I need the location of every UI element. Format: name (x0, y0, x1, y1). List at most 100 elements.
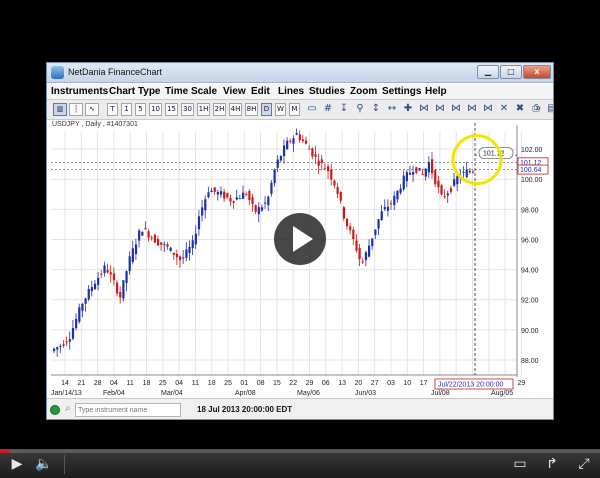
share-icon[interactable]: ↱ (540, 456, 564, 472)
candle-up (59, 346, 62, 348)
gann-icon[interactable]: ⋈ (481, 103, 495, 116)
timescale-d[interactable]: D (261, 103, 272, 116)
menu-edit[interactable]: Edit (251, 86, 270, 97)
candle-down (437, 180, 440, 188)
candle-up (81, 303, 84, 311)
fullscreen-icon[interactable]: ⤢ (572, 456, 596, 472)
candle-up (194, 233, 197, 245)
toolbar: ▥┆∿T151015301H2H4H8HDWM▭#↧⚲↕↔✚⋈⋈⋈⋈⋈✕✖⎙▤» (47, 100, 553, 120)
price-tick-label: 98.00 (521, 207, 539, 214)
date-tick-label: 18 (143, 380, 151, 387)
candle-up (216, 191, 219, 195)
date-tick-label: 27 (371, 380, 379, 387)
line-chart-icon[interactable]: ∿ (85, 103, 99, 116)
month-label: Jun/03 (355, 390, 376, 397)
candle-up (295, 133, 298, 135)
vertical-zoom-icon[interactable]: ↕ (369, 103, 383, 116)
candle-down (213, 187, 216, 192)
candle-up (56, 347, 59, 350)
horizontal-zoom-icon[interactable]: ↔ (385, 103, 399, 116)
timescale-w[interactable]: W (275, 103, 286, 116)
candle-up (84, 298, 87, 304)
delete-all-icon[interactable]: ✖ (513, 103, 527, 116)
candle-down (172, 252, 175, 255)
timescale-1h[interactable]: 1H (197, 103, 210, 116)
candle-up (185, 249, 188, 258)
search-chart-icon[interactable]: ⚲ (353, 103, 367, 116)
candle-down (112, 273, 116, 281)
candle-up (462, 171, 465, 173)
candle-up (53, 348, 56, 351)
candle-down (327, 166, 330, 172)
candle-down (156, 239, 160, 246)
candle-down (305, 140, 308, 144)
candle-down (301, 139, 305, 142)
volume-icon[interactable]: 🔈 (34, 456, 54, 472)
candle-up (267, 196, 270, 206)
candle-down (314, 154, 317, 157)
minimize-button[interactable]: ▁ (477, 65, 499, 79)
cursor-icon[interactable]: ↧ (337, 103, 351, 116)
timescale-4h[interactable]: 4H (229, 103, 242, 116)
mini-player-icon[interactable]: ▭ (508, 456, 532, 472)
menu-view[interactable]: View (223, 86, 246, 97)
timescale-8h[interactable]: 8H (245, 103, 258, 116)
menu-instruments[interactable]: Instruments (51, 86, 108, 97)
search-icon: ⌕ (65, 403, 71, 414)
candle-up (90, 287, 93, 292)
timescale-1[interactable]: 1 (121, 103, 132, 116)
date-tick-label: 25 (224, 380, 232, 387)
more-tools-icon[interactable]: » (531, 103, 545, 116)
candle-up (122, 280, 125, 299)
menu-zoom[interactable]: Zoom (350, 86, 377, 97)
settings-panel-icon[interactable]: ▤ (545, 103, 553, 116)
fibonacci-icon[interactable]: ⋈ (449, 103, 463, 116)
timescale-10[interactable]: 10 (149, 103, 162, 116)
delete-lines-icon[interactable]: ✕ (497, 103, 511, 116)
date-tick-label: 29 (306, 380, 314, 387)
grid-icon[interactable]: # (321, 103, 335, 116)
candle-down (431, 159, 434, 174)
crosshair-icon[interactable]: ✚ (401, 103, 415, 116)
channel-icon[interactable]: ⋈ (433, 103, 447, 116)
progress-bar[interactable] (0, 450, 600, 453)
date-tick-label: 13 (338, 380, 346, 387)
price-tick-label: 94.00 (521, 268, 539, 275)
menu-time-scale[interactable]: Time Scale (165, 86, 217, 97)
timescale-15[interactable]: 15 (165, 103, 178, 116)
maximize-button[interactable]: □ (500, 65, 522, 79)
bar-chart-icon[interactable]: ┆ (69, 103, 83, 116)
close-button[interactable]: x (523, 65, 551, 79)
candle-up (87, 288, 90, 300)
zoom-box-icon[interactable]: ▭ (305, 103, 319, 116)
candle-up (405, 172, 408, 182)
timescale-2h[interactable]: 2H (213, 103, 226, 116)
candle-up (383, 207, 386, 210)
menu-lines[interactable]: Lines (278, 86, 304, 97)
menu-settings[interactable]: Settings (382, 86, 421, 97)
candle-up (456, 176, 459, 185)
title-bar[interactable]: NetDania FinanceChart ▁ □ x (47, 63, 553, 83)
date-tick-label: 11 (127, 380, 134, 387)
timescale-5[interactable]: 5 (135, 103, 146, 116)
candle-up (138, 230, 141, 241)
instrument-search-input[interactable] (75, 403, 181, 417)
menu-help[interactable]: Help (425, 86, 447, 97)
timescale-30[interactable]: 30 (181, 103, 194, 116)
candle-up (264, 202, 267, 204)
timescale-t[interactable]: T (107, 103, 118, 116)
candle-up (364, 252, 368, 261)
candle-up (201, 207, 204, 216)
play-small-icon[interactable]: ▶ (8, 456, 26, 472)
candle-up (453, 179, 456, 186)
trend-line-icon[interactable]: ⋈ (417, 103, 431, 116)
menu-chart-type[interactable]: Chart Type (109, 86, 161, 97)
candle-down (349, 226, 352, 231)
candle-down (100, 273, 103, 275)
candlestick-chart-icon[interactable]: ▥ (53, 103, 67, 116)
play-button[interactable] (274, 213, 326, 265)
pitchfork-icon[interactable]: ⋈ (465, 103, 479, 116)
candle-down (232, 200, 235, 203)
timescale-m[interactable]: M (289, 103, 300, 116)
menu-studies[interactable]: Studies (309, 86, 345, 97)
